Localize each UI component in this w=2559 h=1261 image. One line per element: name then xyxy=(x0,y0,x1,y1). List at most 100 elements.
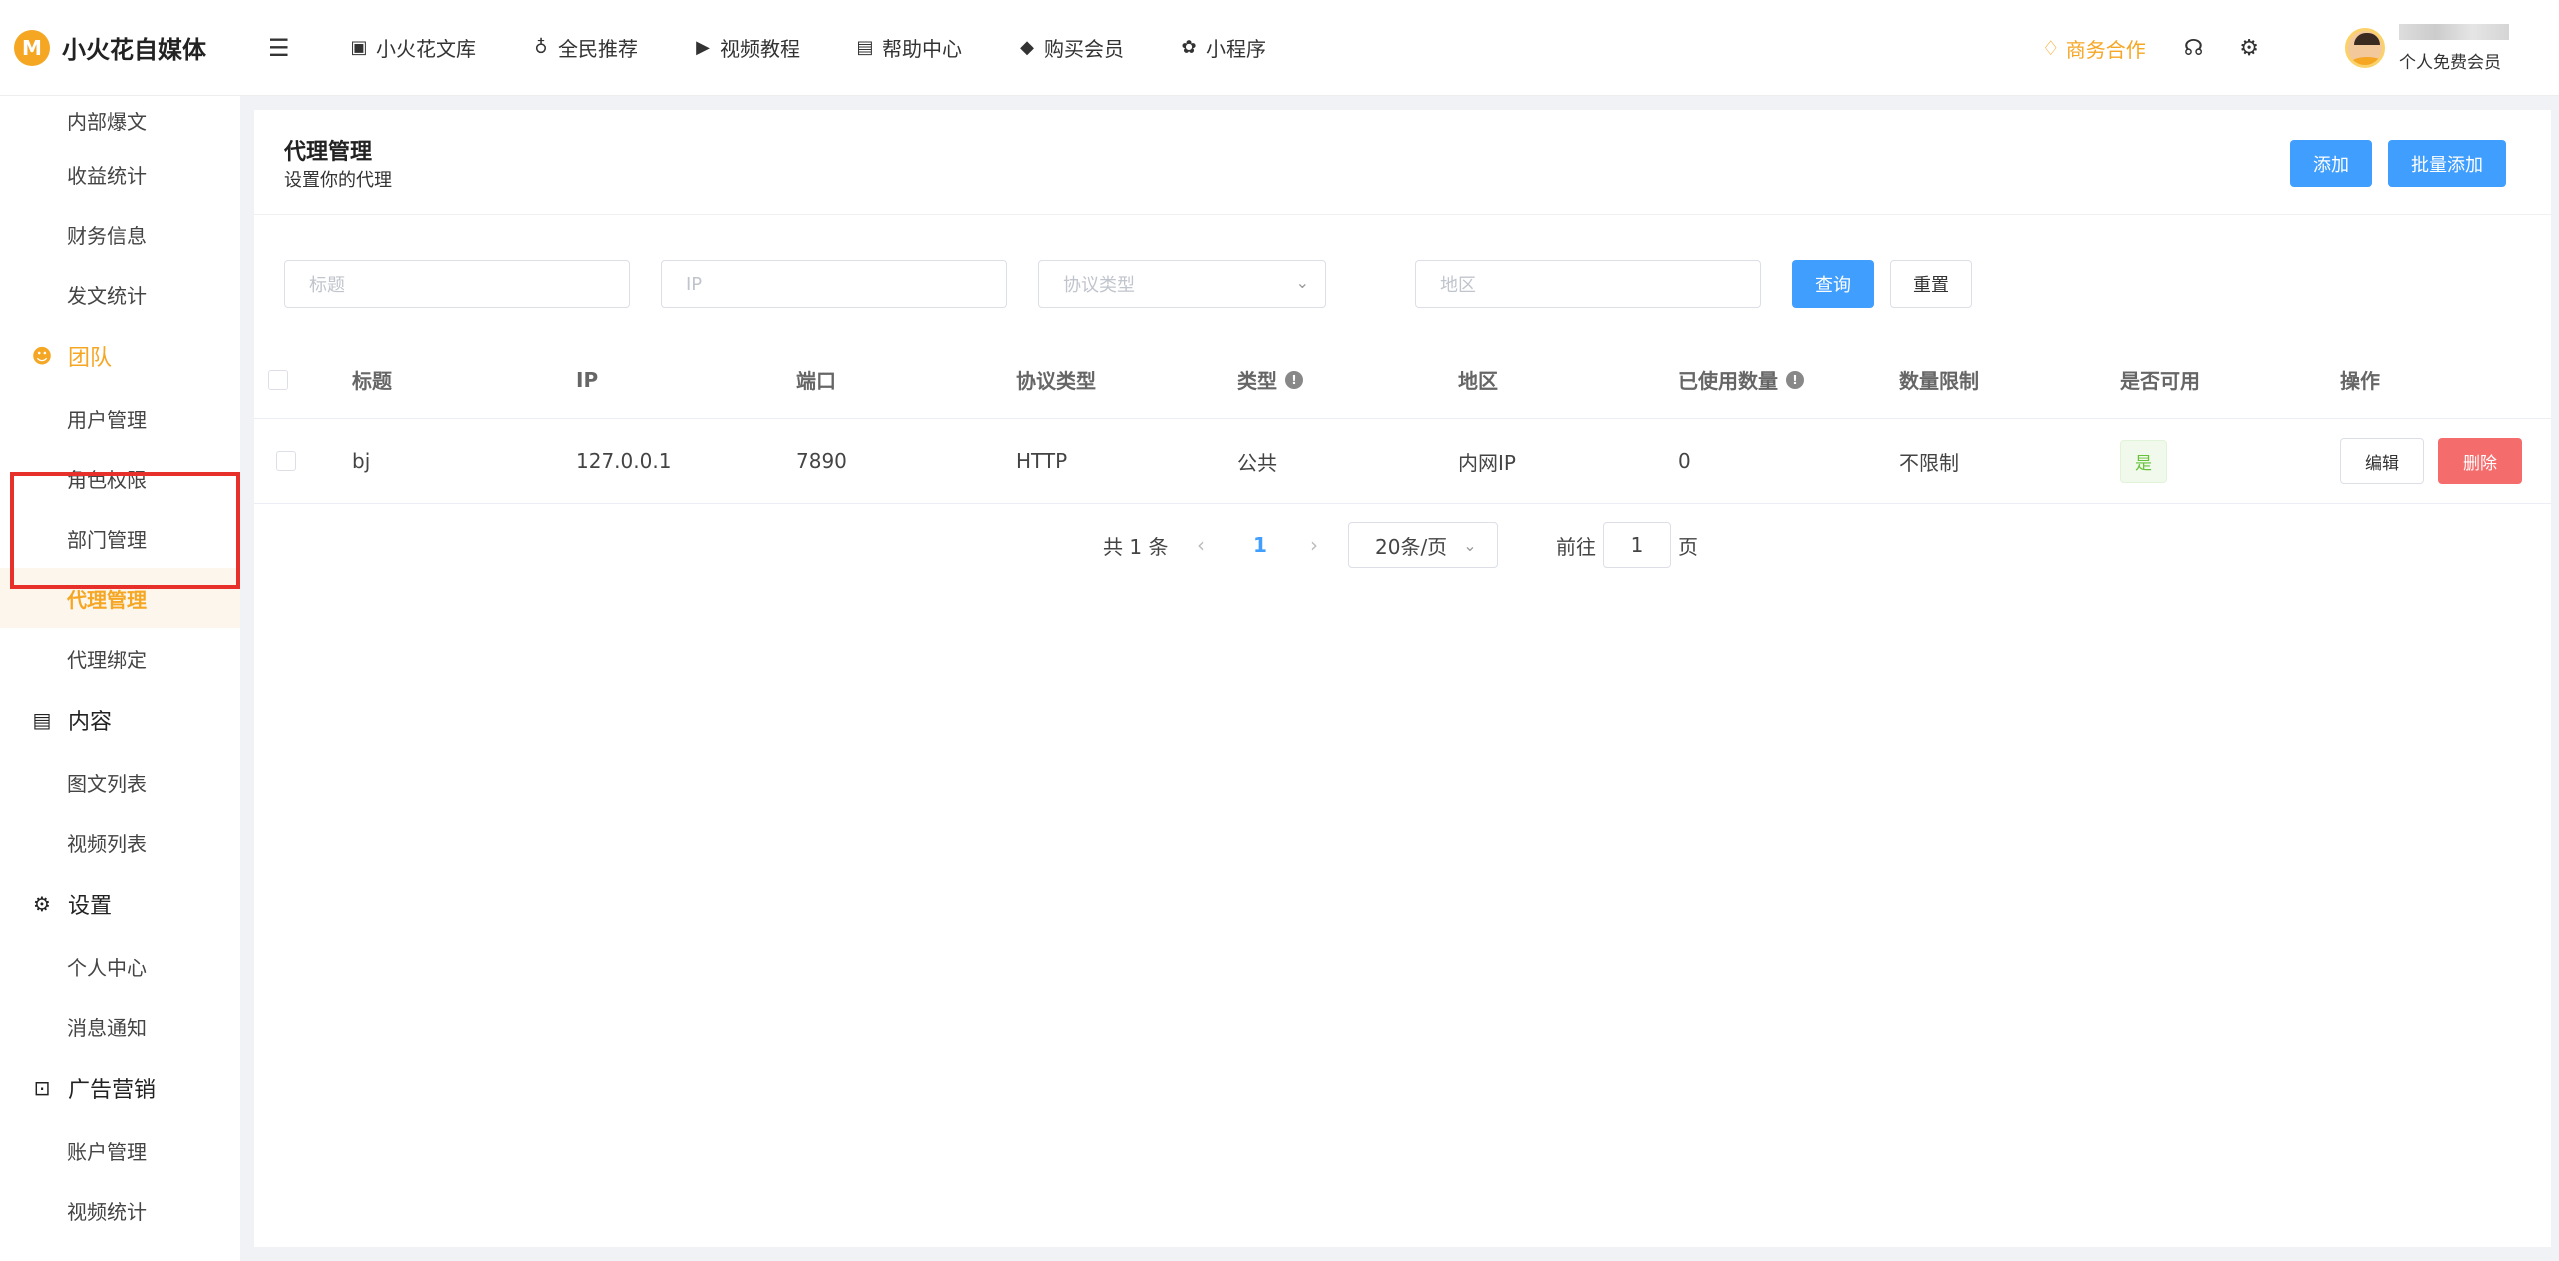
edit-button[interactable]: 编辑 xyxy=(2340,438,2424,484)
title-filter-input[interactable]: 标题 xyxy=(284,260,630,308)
sidebar-item-post-stats[interactable]: 发文统计 xyxy=(0,264,240,324)
business-cooperation-link[interactable]: ♢ 商务合作 xyxy=(2042,34,2146,63)
logo-icon: M xyxy=(14,29,50,66)
add-button[interactable]: 添加 xyxy=(2290,140,2372,187)
placeholder: IP xyxy=(686,273,703,295)
sidebar-group-ads[interactable]: ⊡ 广告营销 xyxy=(0,1056,240,1120)
avatar xyxy=(2345,28,2385,68)
topnav-buy-vip[interactable]: ◆ 购买会员 xyxy=(1016,33,1124,62)
row-checkbox[interactable] xyxy=(276,419,296,503)
col-ip: IP xyxy=(576,367,599,392)
business-label: 商务合作 xyxy=(2065,37,2146,62)
sidebar-item-video-stats[interactable]: 视频统计 xyxy=(0,1180,240,1240)
sidebar-item-label: 发文统计 xyxy=(67,283,147,308)
sidebar-item-label: 消息通知 xyxy=(67,1015,147,1040)
sidebar-group-team[interactable]: ☻ 团队 xyxy=(0,324,240,388)
query-button[interactable]: 查询 xyxy=(1792,260,1874,308)
col-used-count: 已使用数量 ! xyxy=(1678,341,1804,418)
reset-button[interactable]: 重置 xyxy=(1890,260,1972,308)
top-header: M 小火花自媒体 ☰ ▣ 小火花文库 ♁ 全民推荐 ▶ 视频教程 ▤ 帮助中心 … xyxy=(0,0,2559,96)
page-subtitle: 设置你的代理 xyxy=(284,170,392,191)
sidebar-item-label: 账户管理 xyxy=(67,1139,147,1164)
chevron-down-icon: ⌄ xyxy=(1463,535,1477,555)
prev-page-icon[interactable]: ‹ xyxy=(1197,522,1205,568)
user-menu[interactable]: 个人免费会员 xyxy=(2345,23,2509,73)
cell-limit: 不限制 xyxy=(1899,450,1959,475)
col-used-label: 已使用数量 xyxy=(1678,369,1778,393)
sidebar-item-label: 视频列表 xyxy=(67,831,147,856)
col-protocol: 协议类型 xyxy=(1016,369,1096,393)
topnav-label: 小火花文库 xyxy=(376,37,476,61)
sidebar-item-proxy-management[interactable]: 代理管理 xyxy=(0,568,240,628)
sidebar-item-video-list[interactable]: 视频列表 xyxy=(0,812,240,872)
sidebar-item-article-list[interactable]: 图文列表 xyxy=(0,752,240,812)
gear-icon[interactable]: ⚙ xyxy=(2239,36,2259,61)
page-title: 代理管理 xyxy=(284,140,373,165)
main-panel: 代理管理 设置你的代理 添加 批量添加 标题 IP 协议类型 ⌄ 地区 查询 重… xyxy=(254,110,2551,1247)
proxy-table: 标题 IP 端口 协议类型 类型 ! 地区 已使用数量 ! 数量限制 是否可用 … xyxy=(254,341,2551,504)
topnav-mini-program[interactable]: ✿ 小程序 xyxy=(1178,33,1266,62)
sidebar-item-revenue-stats[interactable]: 收益统计 xyxy=(0,144,240,204)
sidebar-item-finance[interactable]: 财务信息 xyxy=(0,204,240,264)
sidebar-item-proxy-binding[interactable]: 代理绑定 xyxy=(0,628,240,688)
sidebar-item-notifications[interactable]: 消息通知 xyxy=(0,996,240,1056)
goto-suffix: 页 xyxy=(1678,534,1698,559)
topnav-label: 帮助中心 xyxy=(882,37,962,61)
mini-program-icon: ✿ xyxy=(1181,37,1197,58)
sidebar-group-content[interactable]: ▤ 内容 xyxy=(0,688,240,752)
headset-icon[interactable]: ☊ xyxy=(2184,36,2204,61)
topnav-video-tutorial[interactable]: ▶ 视频教程 xyxy=(692,33,800,62)
ad-icon: ⊡ xyxy=(33,1076,51,1100)
sidebar-item-label: 内部爆文 xyxy=(67,109,147,134)
sidebar-item-profile[interactable]: 个人中心 xyxy=(0,936,240,996)
app-logo[interactable]: M 小火花自媒体 xyxy=(14,29,224,66)
user-level: 个人免费会员 xyxy=(2399,52,2501,73)
sidebar-group-label: 广告营销 xyxy=(68,1078,157,1103)
user-info: 个人免费会员 xyxy=(2399,23,2509,73)
col-title: 标题 xyxy=(352,369,392,393)
cell-used: 0 xyxy=(1678,449,1691,473)
sidebar-item-label: 个人中心 xyxy=(67,955,147,980)
info-icon[interactable]: ! xyxy=(1285,370,1303,389)
page-number[interactable]: 1 xyxy=(1253,522,1267,568)
ip-filter-input[interactable]: IP xyxy=(661,260,1007,308)
page-size-select[interactable]: 20条/页 ⌄ xyxy=(1348,522,1498,568)
col-type-label: 类型 xyxy=(1237,369,1277,393)
select-all-checkbox[interactable] xyxy=(268,341,288,418)
topnav-library[interactable]: ▣ 小火花文库 xyxy=(348,33,476,62)
next-page-icon[interactable]: › xyxy=(1310,522,1318,568)
sidebar-group-label: 内容 xyxy=(68,710,113,735)
page-header: 代理管理 设置你的代理 添加 批量添加 xyxy=(254,110,2551,215)
page-size-value: 20条/页 xyxy=(1375,534,1448,559)
cell-protocol: HTTP xyxy=(1016,449,1068,473)
sidebar-item-role-permissions[interactable]: 角色权限 xyxy=(0,448,240,508)
placeholder: 协议类型 xyxy=(1063,275,1135,296)
topnav-recommend[interactable]: ♁ 全民推荐 xyxy=(530,33,638,62)
region-filter-input[interactable]: 地区 xyxy=(1415,260,1761,308)
goto-page-input[interactable]: 1 xyxy=(1603,522,1671,568)
document-icon: ▤ xyxy=(32,708,52,732)
sidebar-item-label: 收益统计 xyxy=(67,163,147,188)
sidebar-item-label: 部门管理 xyxy=(67,527,147,552)
batch-add-button[interactable]: 批量添加 xyxy=(2388,140,2506,187)
sidebar-group-label: 团队 xyxy=(68,346,113,371)
sidebar-item-user-management[interactable]: 用户管理 xyxy=(0,388,240,448)
cell-ip: 127.0.0.1 xyxy=(576,449,672,473)
delete-button[interactable]: 删除 xyxy=(2438,438,2522,484)
protocol-type-select[interactable]: 协议类型 ⌄ xyxy=(1038,260,1326,308)
info-icon[interactable]: ! xyxy=(1786,370,1804,389)
book-icon: ▤ xyxy=(856,37,874,58)
topnav-label: 全民推荐 xyxy=(558,37,638,61)
sidebar-item-department[interactable]: 部门管理 xyxy=(0,508,240,568)
sidebar-item-account-management[interactable]: 账户管理 xyxy=(0,1120,240,1180)
sidebar-item-internal-hits[interactable]: 内部爆文 xyxy=(0,96,240,144)
topnav-help[interactable]: ▤ 帮助中心 xyxy=(854,33,962,62)
chevron-down-icon: ⌄ xyxy=(1295,273,1309,292)
top-nav: ▣ 小火花文库 ♁ 全民推荐 ▶ 视频教程 ▤ 帮助中心 ◆ 购买会员 ✿ 小程… xyxy=(348,33,1320,62)
cell-title: bj xyxy=(352,449,371,473)
cell-available: 是 xyxy=(2120,419,2167,503)
menu-collapse-icon[interactable]: ☰ xyxy=(268,34,298,62)
placeholder: 地区 xyxy=(1440,275,1476,296)
sidebar: 内部爆文 收益统计 财务信息 发文统计 ☻ 团队 用户管理 角色权限 部门管理 … xyxy=(0,96,240,1261)
sidebar-group-settings[interactable]: ⚙ 设置 xyxy=(0,872,240,936)
